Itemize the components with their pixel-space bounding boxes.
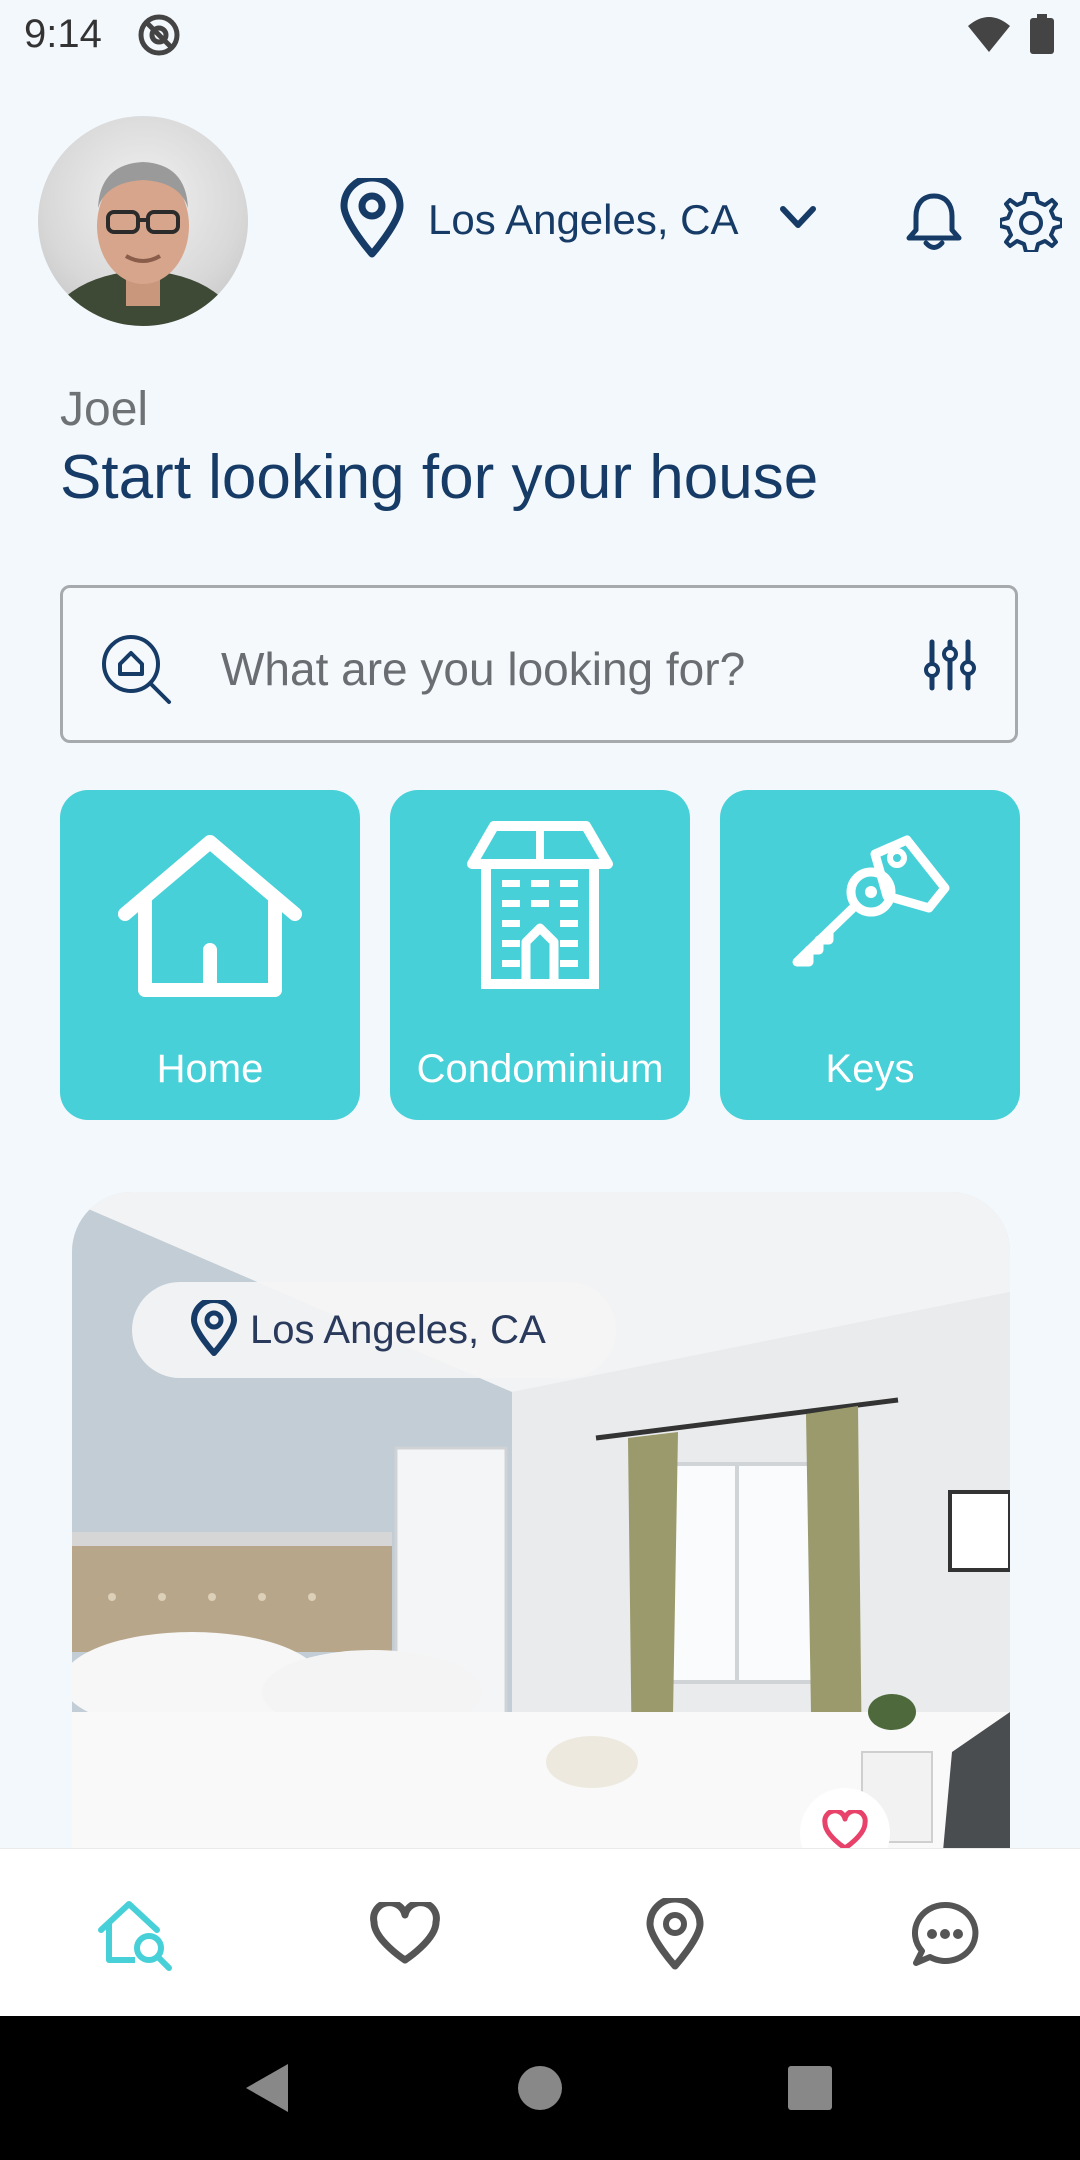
status-time: 9:14: [24, 12, 102, 56]
home-search-icon: [95, 1894, 175, 1979]
search-input[interactable]: [219, 640, 823, 698]
home-circle-icon[interactable]: [517, 2065, 563, 2116]
home-search-icon: [99, 632, 175, 713]
user-name: Joel: [60, 383, 149, 436]
system-navigation-bar: [0, 2016, 1080, 2160]
settings-gear-icon[interactable]: [998, 190, 1064, 257]
keys-icon: [792, 835, 950, 967]
category-label: Home: [156, 1047, 264, 1091]
category-home-card[interactable]: Home: [60, 790, 360, 1120]
location-selector[interactable]: Los Angeles, CA: [338, 174, 817, 263]
listing-location-label: Los Angeles, CA: [250, 1307, 546, 1352]
map-pin-icon: [338, 174, 406, 263]
search-bar[interactable]: [60, 585, 1018, 743]
category-keys-card[interactable]: Keys: [720, 790, 1020, 1120]
notifications-bell-icon[interactable]: [904, 190, 964, 257]
nav-favorites[interactable]: [360, 1891, 450, 1981]
at-sign-icon: [136, 12, 182, 63]
back-icon[interactable]: [244, 2062, 290, 2119]
location-label: Los Angeles, CA: [428, 196, 739, 243]
filter-sliders-icon[interactable]: [923, 638, 977, 697]
house-icon: [118, 835, 302, 997]
category-condominium-card[interactable]: Condominium: [390, 790, 690, 1120]
heart-icon: [369, 1898, 441, 1971]
category-label: Condominium: [416, 1047, 664, 1091]
avatar[interactable]: [38, 116, 248, 326]
bottom-navigation: [0, 1848, 1080, 2017]
battery-icon: [1030, 14, 1054, 59]
recents-square-icon[interactable]: [788, 2066, 832, 2115]
building-icon: [467, 821, 613, 989]
nav-messages[interactable]: [900, 1891, 990, 1981]
nav-home-search[interactable]: [90, 1891, 180, 1981]
wifi-icon: [966, 14, 1012, 59]
nav-map[interactable]: [630, 1891, 720, 1981]
page-headline: Start looking for your house: [60, 443, 819, 512]
status-bar: 9:14: [0, 0, 1080, 72]
map-pin-icon: [190, 1296, 238, 1361]
category-label: Keys: [825, 1047, 915, 1091]
map-pin-icon: [645, 1895, 705, 1975]
chevron-down-icon: [779, 205, 817, 236]
listing-location-pill: Los Angeles, CA: [132, 1282, 616, 1378]
chat-bubble-icon: [910, 1901, 980, 1972]
